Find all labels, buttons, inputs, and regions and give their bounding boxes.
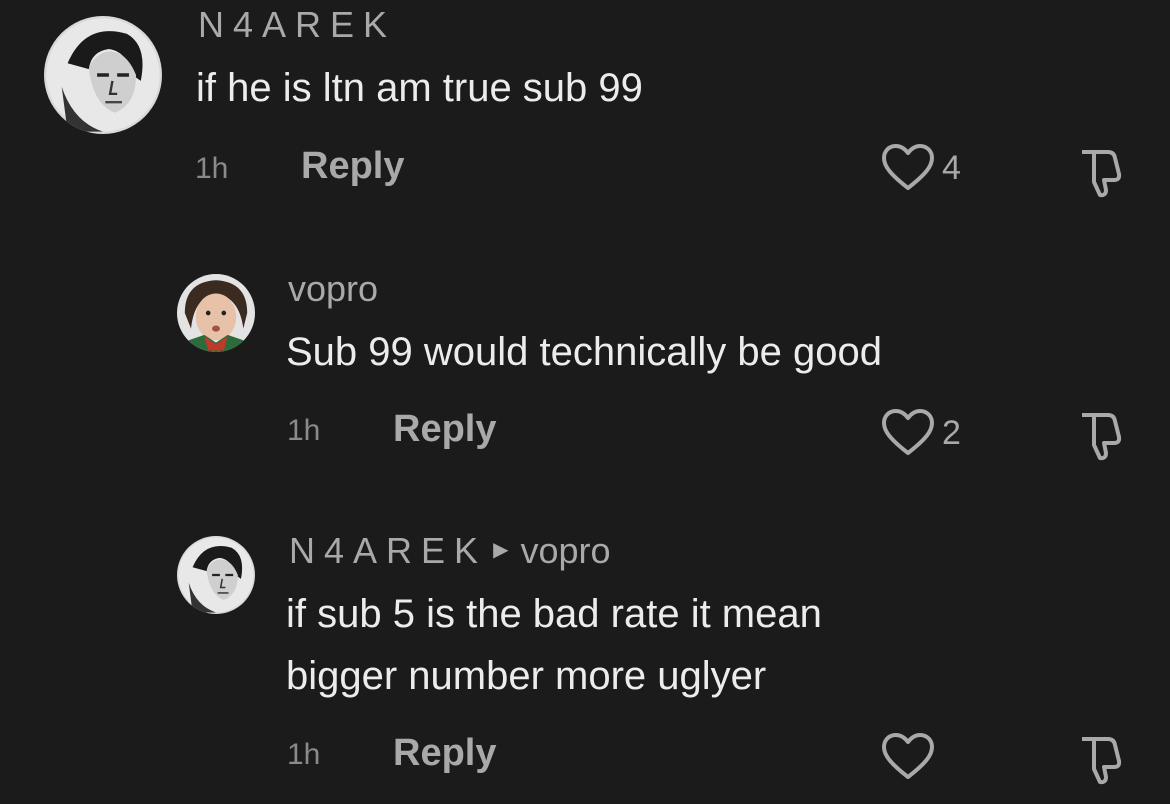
comments-panel: N4AREK if he is ltn am true sub 99 1h Re… xyxy=(0,0,1170,804)
like-button[interactable]: 2 xyxy=(880,407,961,459)
comment-text: if he is ltn am true sub 99 xyxy=(196,57,643,119)
comment-username[interactable]: vopro xyxy=(288,268,378,310)
avatar[interactable] xyxy=(177,536,255,614)
comment-username-row: N4AREK ▶ vopro xyxy=(289,530,611,572)
thumbs-down-outline-icon xyxy=(1082,150,1122,198)
heart-outline-icon xyxy=(882,409,934,455)
comment-text-line: Sub 99 would technically be good xyxy=(286,330,882,374)
reply-target-username[interactable]: vopro xyxy=(520,530,610,571)
comment-username[interactable]: N4AREK xyxy=(289,530,487,571)
like-count: 2 xyxy=(942,413,961,452)
comment-time: 1h xyxy=(195,152,229,185)
avatar[interactable] xyxy=(44,16,162,134)
reply-button[interactable]: Reply xyxy=(393,408,496,451)
comment-text-line: bigger number more uglyer xyxy=(286,654,767,698)
dislike-button[interactable] xyxy=(1072,731,1128,792)
dislike-button[interactable] xyxy=(1072,407,1128,468)
heart-outline-icon xyxy=(882,733,934,779)
thumbs-down-outline-icon xyxy=(1082,737,1122,785)
comment-text-line: if he is ltn am true sub 99 xyxy=(196,66,643,110)
thumbs-down-outline-icon xyxy=(1082,413,1122,461)
comment-time: 1h xyxy=(287,414,321,447)
caret-right-icon: ▶ xyxy=(493,538,509,561)
reply-button[interactable]: Reply xyxy=(393,732,496,775)
like-button[interactable]: 4 xyxy=(880,142,961,194)
avatar[interactable] xyxy=(177,274,255,352)
comment-time: 1h xyxy=(287,738,321,771)
reply-button[interactable]: Reply xyxy=(301,145,404,188)
comment-text: if sub 5 is the bad rate it mean bigger … xyxy=(286,583,822,707)
comment-text: Sub 99 would technically be good xyxy=(286,321,882,383)
like-count: 4 xyxy=(942,148,961,187)
dislike-button[interactable] xyxy=(1072,144,1128,205)
like-button[interactable] xyxy=(880,731,942,783)
heart-outline-icon xyxy=(882,144,934,190)
comment-username[interactable]: N4AREK xyxy=(198,4,396,46)
comment-text-line: if sub 5 is the bad rate it mean xyxy=(286,592,822,636)
